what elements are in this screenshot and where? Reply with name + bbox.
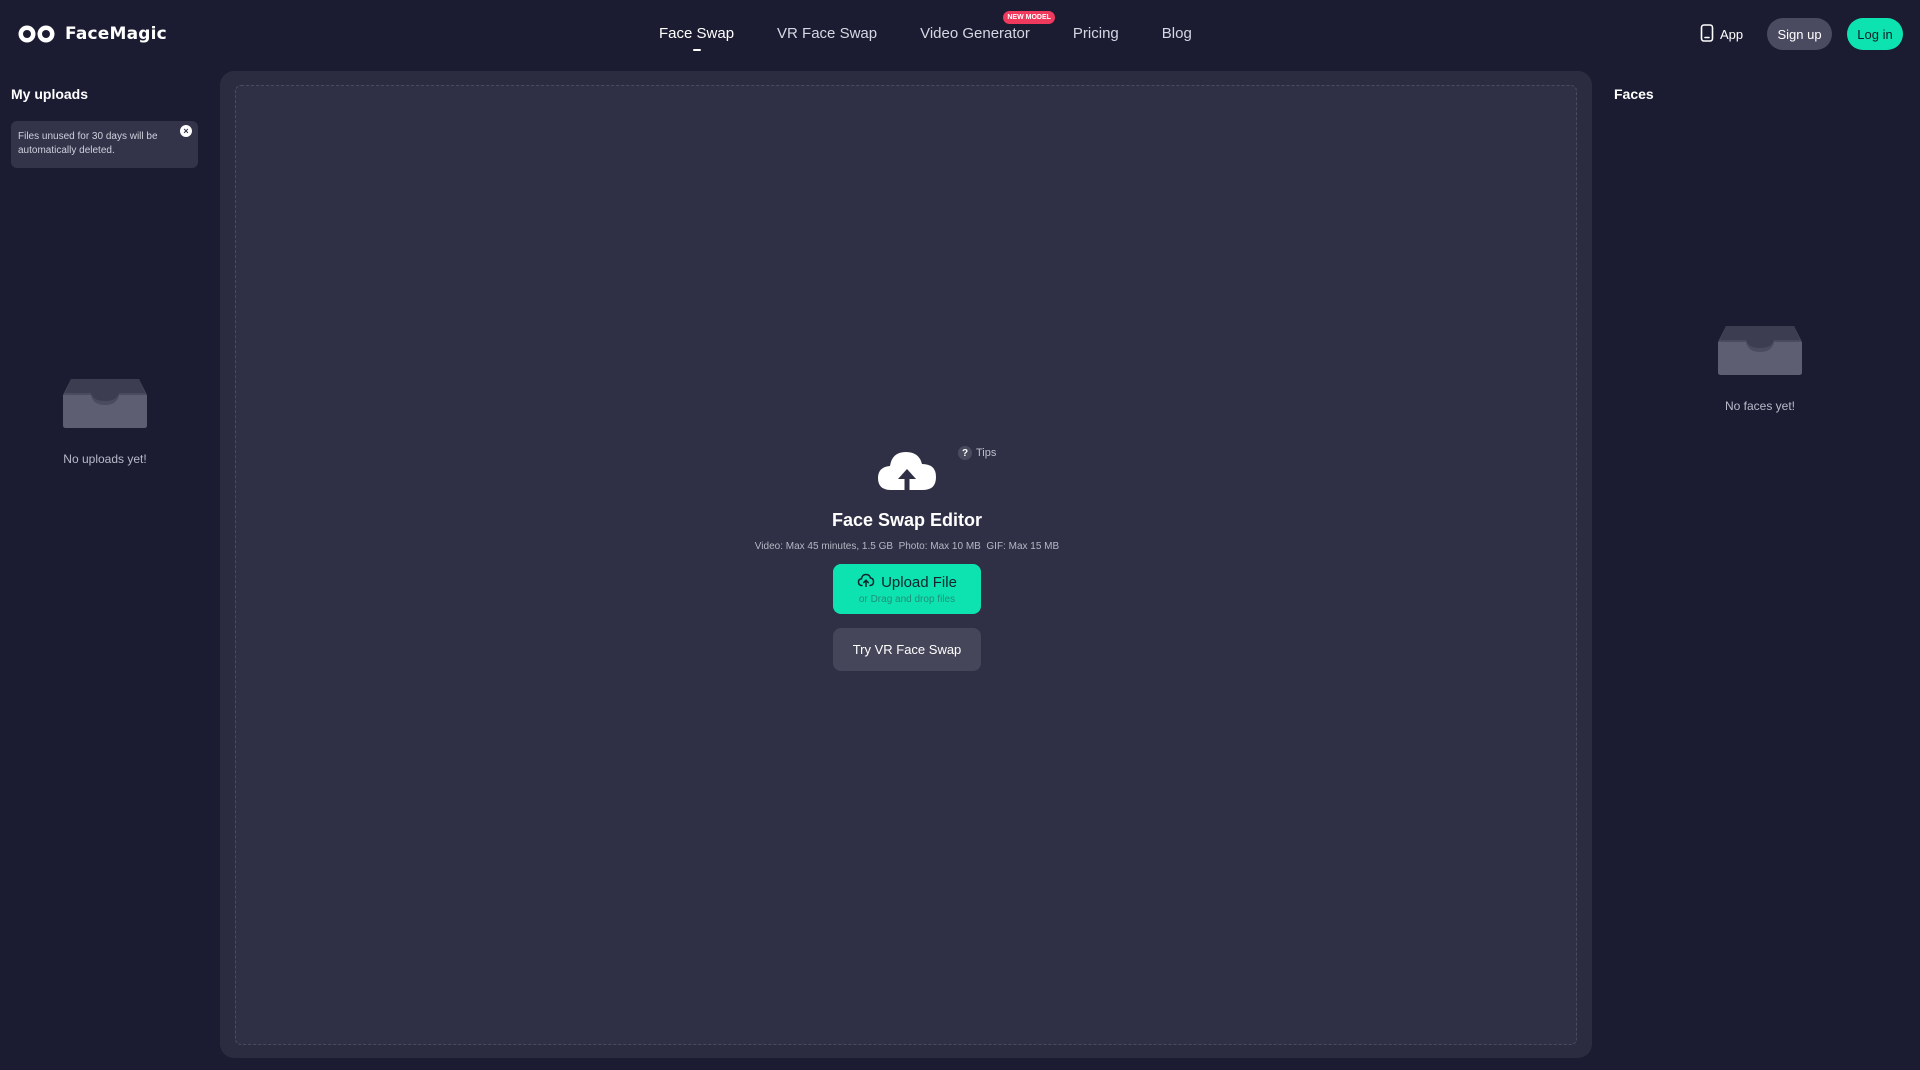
tips-link[interactable]: ? Tips [958,446,996,460]
faces-empty-text: No faces yet! [1724,399,1796,413]
dropzone[interactable]: ? Tips Face Swap Editor Video: Max 45 mi… [235,85,1577,1045]
new-model-badge: NEW MODEL [1003,11,1055,24]
app-label: App [1720,26,1744,42]
nav-pricing[interactable]: Pricing [1073,20,1119,48]
uploads-empty-state: No uploads yet! [0,375,210,466]
brand-logo[interactable]: FaceMagic [17,22,167,46]
uploads-empty-text: No uploads yet! [63,452,147,466]
auto-delete-notice: Files unused for 30 days will be automat… [11,121,198,168]
nav-face-swap[interactable]: Face Swap [659,20,734,51]
nav-vr-face-swap[interactable]: VR Face Swap [777,20,877,48]
top-header: FaceMagic Face Swap VR Face Swap Video G… [0,0,1920,68]
editor-panel: ? Tips Face Swap Editor Video: Max 45 mi… [220,71,1592,1058]
editor-center: ? Tips Face Swap Editor Video: Max 45 mi… [236,446,1578,671]
app-link[interactable]: App [1700,23,1743,45]
faces-empty-state: No faces yet! [1650,322,1870,413]
empty-tray-icon [61,379,149,433]
faces-title: Faces [1614,86,1654,102]
nav-video-generator[interactable]: Video Generator NEW MODEL [920,11,1055,48]
upload-file-label: Upload File [881,573,957,591]
facemagic-logo-icon [17,24,57,44]
try-vr-face-swap-button[interactable]: Try VR Face Swap [833,628,981,671]
question-icon: ? [958,446,972,460]
login-button[interactable]: Log in [1847,18,1903,50]
tips-label: Tips [976,447,997,459]
notice-text: Files unused for 30 days will be automat… [18,131,158,156]
editor-title: Face Swap Editor [831,510,983,530]
upload-file-button[interactable]: Upload File or Drag and drop files [833,564,981,614]
nav-video-generator-label: Video Generator [920,25,1030,42]
nav-blog[interactable]: Blog [1162,20,1192,48]
upload-file-main: Upload File [857,573,957,591]
file-limits: Video: Max 45 minutes, 1.5 GB Photo: Max… [754,541,1060,552]
empty-tray-icon [1716,326,1804,380]
uploads-title: My uploads [11,86,89,102]
cloud-upload-icon [875,446,939,495]
phone-icon [1700,23,1714,45]
brand-name: FaceMagic [65,24,167,44]
signup-button[interactable]: Sign up [1767,18,1832,50]
close-icon[interactable]: × [180,125,192,137]
upload-file-subtext: or Drag and drop files [858,594,956,605]
cloud-upload-small-icon [857,573,875,591]
main-nav: Face Swap VR Face Swap Video Generator N… [659,11,1235,51]
